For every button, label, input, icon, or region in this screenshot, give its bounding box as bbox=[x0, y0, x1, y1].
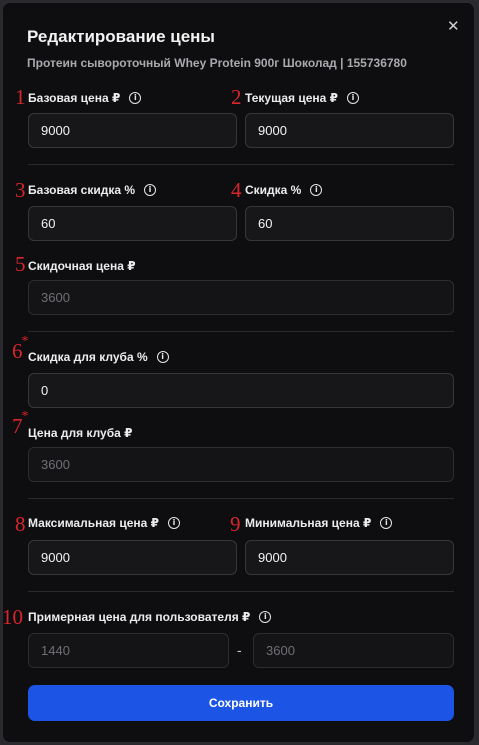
base-discount-input[interactable]: 60 bbox=[28, 206, 237, 241]
discount-label: Скидка % i bbox=[245, 183, 323, 197]
max-price-label: Максимальная цена ₽ i bbox=[28, 516, 181, 530]
marker-4: 4 bbox=[231, 178, 242, 202]
range-separator: - bbox=[237, 642, 242, 658]
min-price-label: Минимальная цена ₽ i bbox=[245, 516, 393, 530]
info-icon[interactable]: i bbox=[144, 184, 157, 196]
dialog-title: Редактирование цены bbox=[27, 27, 215, 46]
info-icon[interactable]: i bbox=[259, 611, 272, 623]
save-button[interactable]: Сохранить bbox=[28, 685, 454, 721]
info-icon[interactable]: i bbox=[380, 517, 393, 529]
close-icon[interactable]: ✕ bbox=[447, 17, 460, 35]
info-icon[interactable]: i bbox=[156, 351, 169, 363]
divider bbox=[28, 331, 454, 332]
base-price-input[interactable]: 9000 bbox=[28, 113, 237, 148]
user-price-to-input: 3600 bbox=[253, 633, 454, 668]
info-icon[interactable]: i bbox=[129, 92, 142, 104]
club-price-label: Цена для клуба ₽ bbox=[28, 426, 133, 440]
marker-8: 8 bbox=[15, 512, 26, 536]
info-icon[interactable]: i bbox=[168, 517, 181, 529]
user-price-label: Примерная цена для пользователя ₽ i bbox=[28, 610, 272, 624]
max-price-input[interactable]: 9000 bbox=[28, 540, 237, 575]
current-price-label: Текущая цена ₽ i bbox=[245, 91, 360, 105]
discount-input[interactable]: 60 bbox=[245, 206, 454, 241]
base-price-label: Базовая цена ₽ i bbox=[28, 91, 142, 105]
min-price-input[interactable]: 9000 bbox=[245, 540, 454, 575]
marker-2: 2 bbox=[231, 85, 242, 109]
divider bbox=[28, 164, 454, 165]
current-price-input[interactable]: 9000 bbox=[245, 113, 454, 148]
info-icon[interactable]: i bbox=[347, 92, 360, 104]
user-price-from-input: 1440 bbox=[28, 633, 229, 668]
info-icon[interactable]: i bbox=[310, 184, 323, 196]
base-discount-label: Базовая скидка % i bbox=[28, 183, 157, 197]
marker-3: 3 bbox=[15, 178, 26, 202]
divider bbox=[28, 591, 454, 592]
marker-5: 5 bbox=[15, 252, 26, 276]
marker-10: 10 bbox=[2, 605, 23, 629]
discount-price-input: 3600 bbox=[28, 280, 454, 315]
discount-price-label: Скидочная цена ₽ bbox=[28, 259, 136, 273]
club-price-input: 3600 bbox=[28, 447, 454, 482]
marker-1: 1 bbox=[15, 85, 26, 109]
club-discount-label: Скидка для клуба % i bbox=[28, 350, 169, 364]
dialog-subtitle: Протеин сывороточный Whey Protein 900г Ш… bbox=[27, 56, 407, 70]
marker-6: 6* bbox=[12, 334, 29, 363]
marker-7: 7* bbox=[12, 409, 29, 438]
marker-9: 9 bbox=[230, 512, 241, 536]
divider bbox=[28, 498, 454, 499]
club-discount-input[interactable]: 0 bbox=[28, 373, 454, 408]
